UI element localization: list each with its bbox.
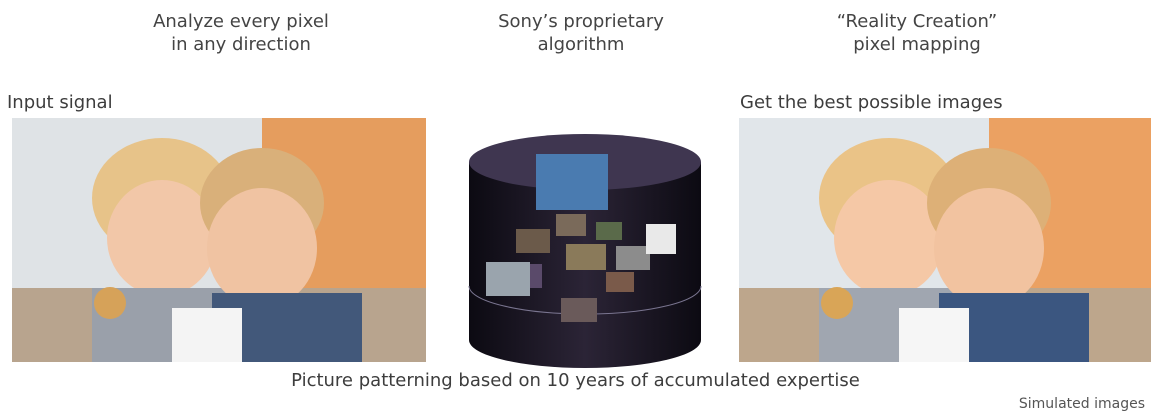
cylinder-illustration	[468, 134, 702, 368]
input-photo	[12, 118, 426, 362]
caption-reality-creation-line2: pixel mapping	[853, 34, 981, 55]
best-images-label: Get the best possible images	[740, 92, 1003, 113]
footer-caption: Picture patterning based on 10 years of …	[291, 370, 860, 391]
output-photo	[739, 118, 1151, 362]
children-photo-illustration	[12, 118, 426, 362]
input-signal-label: Input signal	[7, 92, 113, 113]
caption-reality-creation: “Reality Creation” pixel mapping	[767, 10, 1067, 56]
caption-analyze: Analyze every pixel in any direction	[91, 10, 391, 56]
children-photo-enhanced-illustration	[739, 118, 1151, 362]
caption-algorithm: Sony’s proprietary algorithm	[431, 10, 731, 56]
algorithm-cylinder	[466, 134, 704, 372]
caption-reality-creation-line1: “Reality Creation”	[836, 11, 998, 32]
simulated-images-note: Simulated images	[1018, 396, 1145, 412]
caption-analyze-line1: Analyze every pixel	[153, 11, 329, 32]
caption-analyze-line2: in any direction	[171, 34, 311, 55]
caption-algorithm-line2: algorithm	[537, 34, 625, 55]
caption-algorithm-line1: Sony’s proprietary	[498, 11, 664, 32]
